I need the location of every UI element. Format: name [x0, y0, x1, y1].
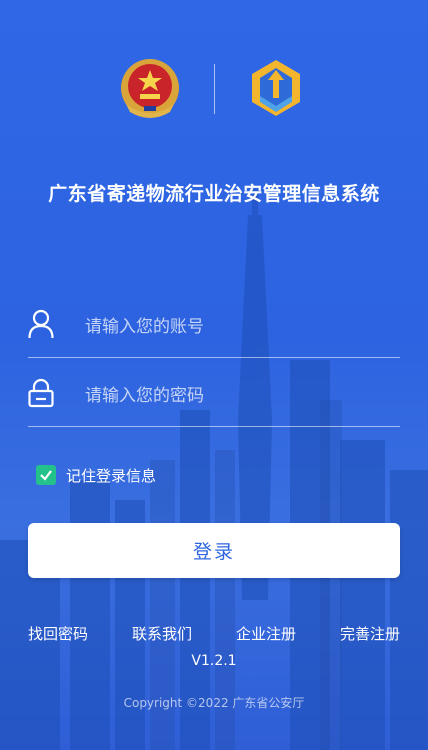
username-input[interactable] — [83, 297, 397, 357]
user-icon — [28, 309, 54, 339]
username-field — [28, 297, 400, 358]
footer-links: 找回密码 联系我们 企业注册 完善注册 — [28, 623, 400, 644]
login-button[interactable]: 登录 — [28, 523, 400, 578]
contact-us-link[interactable]: 联系我们 — [132, 623, 192, 644]
forgot-password-link[interactable]: 找回密码 — [28, 623, 88, 644]
app-title: 广东省寄递物流行业治安管理信息系统 — [48, 183, 380, 205]
app-version: V1.2.1 — [191, 653, 237, 669]
remember-login[interactable]: 记住登录信息 — [36, 463, 156, 487]
remember-label: 记住登录信息 — [66, 466, 157, 485]
password-field — [28, 366, 400, 427]
complete-registration-link[interactable]: 完善注册 — [340, 623, 400, 644]
postal-security-logo-icon — [252, 60, 300, 116]
remember-checkbox[interactable] — [36, 465, 56, 485]
lock-icon — [28, 378, 54, 408]
copyright-text: Copyright ©2022 广东省公安厅 — [123, 696, 305, 710]
company-register-link[interactable]: 企业注册 — [236, 623, 296, 644]
checkmark-icon — [40, 470, 52, 481]
police-emblem-icon — [121, 59, 179, 118]
password-input[interactable] — [83, 366, 397, 426]
logo-divider — [214, 64, 215, 114]
logo-header — [0, 56, 428, 122]
